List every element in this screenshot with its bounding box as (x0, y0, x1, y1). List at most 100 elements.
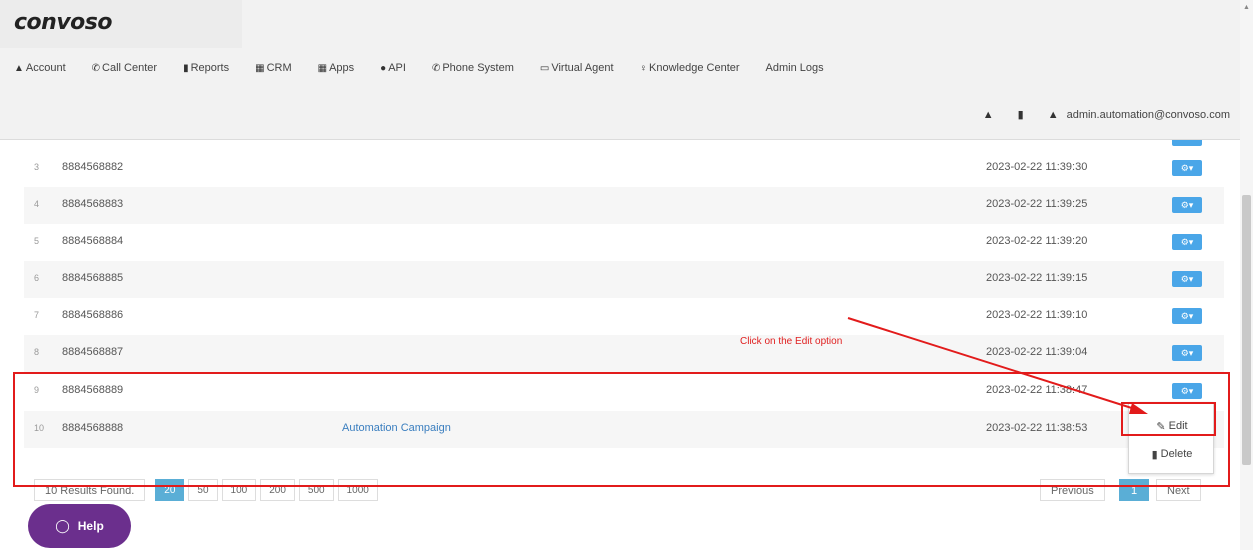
row-date: 2023-02-22 11:38:53 (986, 422, 1088, 434)
nav-admin-logs[interactable]: Admin Logs (766, 62, 824, 74)
user-email[interactable]: admin.automation@convoso.com (1067, 109, 1230, 121)
bell-icon[interactable]: ▲ (983, 109, 994, 121)
trash-icon: ▮ (1151, 448, 1158, 461)
nav-account[interactable]: ▲ Account (14, 62, 66, 74)
user-icon: ▲ (1047, 108, 1059, 121)
edit-label: Edit (1168, 420, 1188, 432)
nav-virtual-agent[interactable]: ▭ Virtual Agent (540, 62, 614, 74)
table-row: 4 8884568883 2023-02-22 11:39:25 ⚙▾ (24, 187, 1224, 224)
scroll-thumb[interactable] (1242, 195, 1251, 465)
page-size-200[interactable]: 200 (260, 479, 295, 501)
nav-label: Knowledge Center (649, 62, 740, 74)
row-index: 6 (34, 273, 40, 283)
help-label: Help (77, 519, 104, 533)
phone-icon: ✆ (91, 62, 101, 74)
delete-label: Delete (1160, 448, 1193, 460)
user-bar: ▲ ▮ ▲ admin.automation@convoso.com (983, 108, 1230, 122)
grid-icon: ▦ (317, 62, 328, 74)
nav-label: Reports (190, 62, 230, 74)
nav-label: Virtual Agent (551, 62, 614, 74)
annotation-text: Click on the Edit option (740, 336, 843, 347)
nav-reports[interactable]: ▮ Reports (183, 62, 229, 74)
scroll-up-icon[interactable]: ▲ (1243, 4, 1250, 11)
row-phone: 8884568882 (62, 161, 124, 173)
row-index: 8 (34, 347, 40, 357)
edit-option[interactable]: ✎ Edit (1129, 413, 1215, 439)
nav-label: Apps (329, 62, 355, 74)
page-size-1000[interactable]: 1000 (337, 479, 378, 501)
row-date: 2023-02-22 11:39:15 (986, 272, 1088, 284)
row-date: 2023-02-22 11:39:10 (986, 309, 1088, 321)
pencil-icon: ✎ (1156, 420, 1166, 433)
row-gear-button[interactable]: ⚙▾ (1172, 234, 1202, 250)
table-icon: ▦ (255, 62, 265, 74)
table-row: 10 8884568888 Automation Campaign 2023-0… (24, 411, 1224, 448)
row-date: 2023-02-22 11:39:20 (986, 235, 1088, 247)
row-date: 2023-02-22 11:39:30 (986, 161, 1088, 173)
help-button[interactable]: ◯ Help (28, 504, 131, 548)
nav-apps[interactable]: ▦ Apps (318, 62, 355, 74)
main-nav: ▲ Account ✆ Call Center ▮ Reports ▦ CRM ▦ App… (14, 62, 850, 74)
table-row: 3 8884568882 2023-02-22 11:39:30 ⚙▾ (24, 150, 1224, 187)
nav-label: API (388, 62, 406, 74)
monitor-icon: ▭ (539, 62, 550, 74)
row-date: 2023-02-22 11:39:25 (986, 198, 1088, 210)
nav-api[interactable]: ● API (380, 62, 406, 74)
table-row: 5 8884568884 2023-02-22 11:39:20 ⚙▾ (24, 224, 1224, 261)
gear-button-partial[interactable] (1172, 140, 1202, 146)
nav-phone-system[interactable]: ✆ Phone System (432, 62, 514, 74)
bar-chart-icon: ▮ (183, 62, 189, 74)
page-number-button[interactable]: 1 (1119, 479, 1150, 501)
table-row: 7 8884568886 2023-02-22 11:39:10 ⚙▾ (24, 298, 1224, 335)
row-phone: 8884568886 (62, 309, 124, 321)
nav-crm[interactable]: ▦ CRM (255, 62, 292, 74)
previous-page-button[interactable]: Previous (1040, 479, 1105, 501)
row-phone: 8884568884 (62, 235, 124, 247)
convoso-logo[interactable]: convoso (14, 10, 112, 35)
row-phone: 8884568887 (62, 346, 124, 358)
pagination-bar: 10 Results Found. 20 50 100 200 500 1000 (34, 479, 382, 501)
row-gear-button[interactable]: ⚙▾ (1172, 197, 1202, 213)
table-row: 9 8884568889 2023-02-22 11:38:47 ⚙▾ (24, 373, 1224, 410)
nav-label: CRM (266, 62, 292, 74)
row-date: 2023-02-22 11:39:04 (986, 346, 1088, 358)
page-size-50[interactable]: 50 (188, 479, 218, 501)
logo-container: convoso (0, 0, 242, 48)
api-icon: ● (380, 62, 387, 74)
row-index: 3 (34, 162, 40, 172)
row-phone: 8884568888 (62, 422, 124, 434)
lightbulb-icon: ♀ (639, 62, 648, 74)
next-page-button[interactable]: Next (1156, 479, 1201, 501)
page-size-20[interactable]: 20 (155, 479, 185, 501)
page-size-500[interactable]: 500 (298, 479, 334, 501)
phone-icon: ✆ (431, 62, 441, 74)
nav-call-center[interactable]: ✆ Call Center (92, 62, 157, 74)
row-gear-button[interactable]: ⚙▾ (1172, 383, 1202, 399)
row-gear-button[interactable]: ⚙▾ (1172, 160, 1202, 176)
nav-knowledge-center[interactable]: ♀ Knowledge Center (640, 62, 740, 74)
row-index: 7 (34, 310, 40, 320)
table-row: 6 8884568885 2023-02-22 11:39:15 ⚙▾ (24, 261, 1224, 298)
row-index: 9 (34, 385, 40, 395)
row-index: 10 (34, 423, 45, 433)
row-gear-button[interactable]: ⚙▾ (1172, 271, 1202, 287)
row-index: 4 (34, 199, 40, 209)
row-campaign-link[interactable]: Automation Campaign (342, 422, 451, 434)
table-row: 8 8884568887 2023-02-22 11:39:04 ⚙▾ (24, 335, 1224, 372)
row-gear-button[interactable]: ⚙▾ (1172, 308, 1202, 324)
row-phone: 8884568889 (62, 384, 124, 396)
chat-bubble-icon: ◯ (55, 518, 70, 533)
nav-label: Admin Logs (765, 62, 824, 74)
page-size-100[interactable]: 100 (221, 479, 257, 501)
row-phone: 8884568883 (62, 198, 124, 210)
row-action-dropdown: ✎ Edit ▮ Delete (1128, 402, 1214, 474)
results-count: 10 Results Found. (34, 479, 146, 501)
row-date: 2023-02-22 11:38:47 (986, 384, 1088, 396)
app-header: convoso ▲ Account ✆ Call Center ▮ Reports ▦… (0, 0, 1240, 140)
trash-icon[interactable]: ▮ (1018, 108, 1024, 121)
row-gear-button[interactable]: ⚙▾ (1172, 345, 1202, 361)
nav-label: Account (25, 62, 66, 74)
delete-option[interactable]: ▮ Delete (1129, 441, 1215, 467)
row-phone: 8884568885 (62, 272, 124, 284)
nav-label: Phone System (442, 62, 514, 74)
